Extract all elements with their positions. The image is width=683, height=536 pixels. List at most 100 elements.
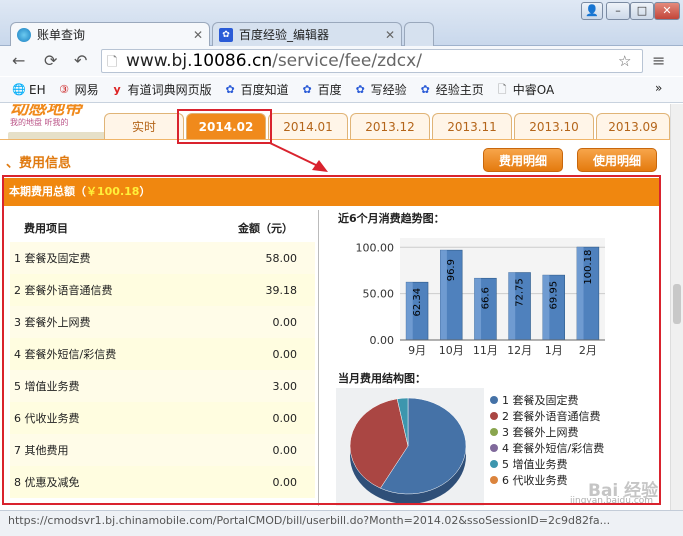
- fee-item-name: 6 代收业务费: [10, 402, 216, 434]
- x-tick-label: 12月: [507, 344, 532, 357]
- legend-marker: [490, 460, 498, 468]
- total-fee-banner: 本期费用总额（￥100.18）: [4, 178, 659, 206]
- bookmark-write-jingyan[interactable]: ✿ 写经验: [354, 81, 407, 98]
- reload-icon[interactable]: ⟳: [44, 51, 57, 70]
- fee-item-amount: 3.00: [215, 370, 315, 402]
- table-row: 6 代收业务费 0.00: [10, 402, 315, 434]
- paw-icon: ✿: [420, 83, 430, 96]
- x-tick-label: 2月: [579, 344, 597, 357]
- back-icon[interactable]: ←: [12, 51, 25, 70]
- x-tick-label: 1月: [545, 344, 563, 357]
- tab-bill-query[interactable]: 账单查询 ✕: [10, 22, 210, 46]
- usage-detail-button[interactable]: 使用明细: [577, 148, 657, 172]
- fee-item-name: 7 其他费用: [10, 434, 216, 466]
- fee-item-name: 3 套餐外上网费: [10, 306, 216, 338]
- new-tab-button[interactable]: [404, 22, 434, 46]
- bookmark-zhidao[interactable]: ✿ 百度知道: [224, 81, 289, 98]
- undo-icon[interactable]: ↶: [74, 51, 87, 70]
- fee-item-name: 2 套餐外语音通信费: [10, 274, 216, 306]
- section-title: 、费用信息: [6, 156, 72, 171]
- panel-divider: [318, 210, 319, 506]
- y-tick-label: 0.00: [370, 334, 395, 347]
- table-row: 1 套餐及固定费 58.00: [10, 242, 315, 274]
- tab-month-2013-12[interactable]: 2013.12: [350, 113, 430, 139]
- legend-label: 3 套餐外上网费: [502, 425, 579, 439]
- fee-item-amount: 58.00: [215, 242, 315, 274]
- bar-value-label: 66.6: [480, 287, 491, 309]
- y-tick-label: 100.00: [356, 241, 395, 254]
- china-mobile-icon: [17, 27, 31, 42]
- tab-month-2014-02[interactable]: 2014.02: [186, 113, 266, 139]
- bar-value-label: 62.34: [412, 288, 423, 317]
- trend-chart-title: 近6个月消费趋势图：: [338, 212, 445, 225]
- table-row: 4 套餐外短信/彩信费 0.00: [10, 338, 315, 370]
- minimize-button[interactable]: –: [606, 2, 630, 20]
- paw-icon: ✿: [219, 27, 233, 42]
- menu-icon[interactable]: ≡: [652, 51, 665, 70]
- tab-month-2013-10[interactable]: 2013.10: [514, 113, 594, 139]
- bookmark-163[interactable]: ③ 网易: [58, 81, 98, 98]
- structure-pie-chart: 1 套餐及固定费 2 套餐外语音通信费 3 套餐外上网费 4 套餐外短信/彩信费 5 增…: [336, 388, 604, 506]
- bookmark-youdao[interactable]: y 有道词典网页版: [111, 81, 212, 98]
- structure-chart-title: 当月费用结构图：: [338, 372, 426, 385]
- legend-label: 4 套餐外短信/彩信费: [502, 441, 604, 455]
- tab-month-realtime[interactable]: 实时: [104, 113, 184, 139]
- url-text: www.bj.10086.cn/service/fee/zdcx/: [126, 51, 422, 71]
- fee-item-amount: 0.00: [215, 466, 315, 498]
- watermark-url: jingyan.baidu.com: [570, 496, 654, 506]
- close-icon[interactable]: ✕: [385, 28, 395, 42]
- x-tick-label: 10月: [439, 344, 464, 357]
- fee-item-name: 4 套餐外短信/彩信费: [10, 338, 216, 370]
- fee-item-name: 5 增值业务费: [10, 370, 216, 402]
- close-icon[interactable]: ✕: [193, 28, 203, 42]
- table-row: 5 增值业务费 3.00: [10, 370, 315, 402]
- fee-item-name: 8 优惠及减免: [10, 466, 216, 498]
- fee-item-name: 1 套餐及固定费: [10, 242, 216, 274]
- page-icon: 🗋: [107, 55, 118, 70]
- table-row: 7 其他费用 0.00: [10, 434, 315, 466]
- bookmark-jingyan-home[interactable]: ✿ 经验主页: [419, 81, 484, 98]
- tab-month-2014-01[interactable]: 2014.01: [268, 113, 348, 139]
- bookmarks-bar: 🌐 EH ③ 网易 y 有道词典网页版 ✿ 百度知道 ✿ 百度 ✿ 写经验 ✿ 经验主页 🗋 中…: [0, 77, 683, 103]
- table-row: 3 套餐外上网费 0.00: [10, 306, 315, 338]
- tab-title: 百度经验_编辑器: [239, 28, 330, 42]
- bar-value-label: 100.18: [583, 250, 594, 285]
- fee-table: 1 套餐及固定费 58.00 2 套餐外语音通信费 39.18 3 套餐外上网费 0.…: [10, 242, 315, 498]
- bookmark-baidu[interactable]: ✿ 百度: [301, 81, 342, 98]
- legend-label: 1 套餐及固定费: [502, 393, 579, 407]
- scrollbar-thumb[interactable]: [673, 284, 681, 324]
- fee-detail-button[interactable]: 费用明细: [483, 148, 563, 172]
- table-row: 2 套餐外语音通信费 39.18: [10, 274, 315, 306]
- bookmark-eh[interactable]: 🌐 EH: [12, 83, 46, 97]
- star-icon[interactable]: ☆: [618, 52, 631, 70]
- globe-icon: 🌐: [12, 83, 26, 96]
- bar-value-label: 69.95: [549, 281, 560, 310]
- bar-value-label: 72.75: [515, 278, 526, 307]
- fee-item-amount: 39.18: [215, 274, 315, 306]
- user-icon[interactable]: 👤: [581, 2, 603, 20]
- fee-item-amount: 0.00: [215, 338, 315, 370]
- netease-icon: ③: [59, 83, 70, 96]
- maximize-button[interactable]: □: [630, 2, 654, 20]
- address-bar[interactable]: 🗋 www.bj.10086.cn/service/fee/zdcx/: [101, 49, 643, 73]
- bookmarks-more-button[interactable]: »: [655, 81, 662, 95]
- paw-icon: ✿: [302, 83, 312, 96]
- legend-marker: [490, 428, 498, 436]
- close-window-button[interactable]: ✕: [654, 2, 680, 20]
- tab-month-2013-11[interactable]: 2013.11: [432, 113, 512, 139]
- fee-item-amount: 0.00: [215, 402, 315, 434]
- tab-baidu-editor[interactable]: ✿ 百度经验_编辑器 ✕: [212, 22, 402, 46]
- bar-value-label: 96.9: [446, 259, 457, 281]
- tab-month-2013-09[interactable]: 2013.09: [596, 113, 670, 139]
- fee-item-amount: 0.00: [215, 434, 315, 466]
- bookmark-oa[interactable]: 🗋 中睿OA: [496, 81, 554, 98]
- fee-item-header: 费用项目: [24, 222, 68, 235]
- legend-label: 5 增值业务费: [502, 457, 568, 471]
- amount-header: 金额（元）: [238, 222, 293, 235]
- y-tick-label: 50.00: [363, 288, 395, 301]
- fee-item-amount: 0.00: [215, 306, 315, 338]
- trend-bar-chart: 0.00 50.00 100.00 62.34 9月 96.9 10月 66.6 11月 72.7…: [356, 238, 605, 357]
- vertical-scrollbar[interactable]: [670, 104, 683, 510]
- table-row: 8 优惠及减免 0.00: [10, 466, 315, 498]
- legend-marker: [490, 476, 498, 484]
